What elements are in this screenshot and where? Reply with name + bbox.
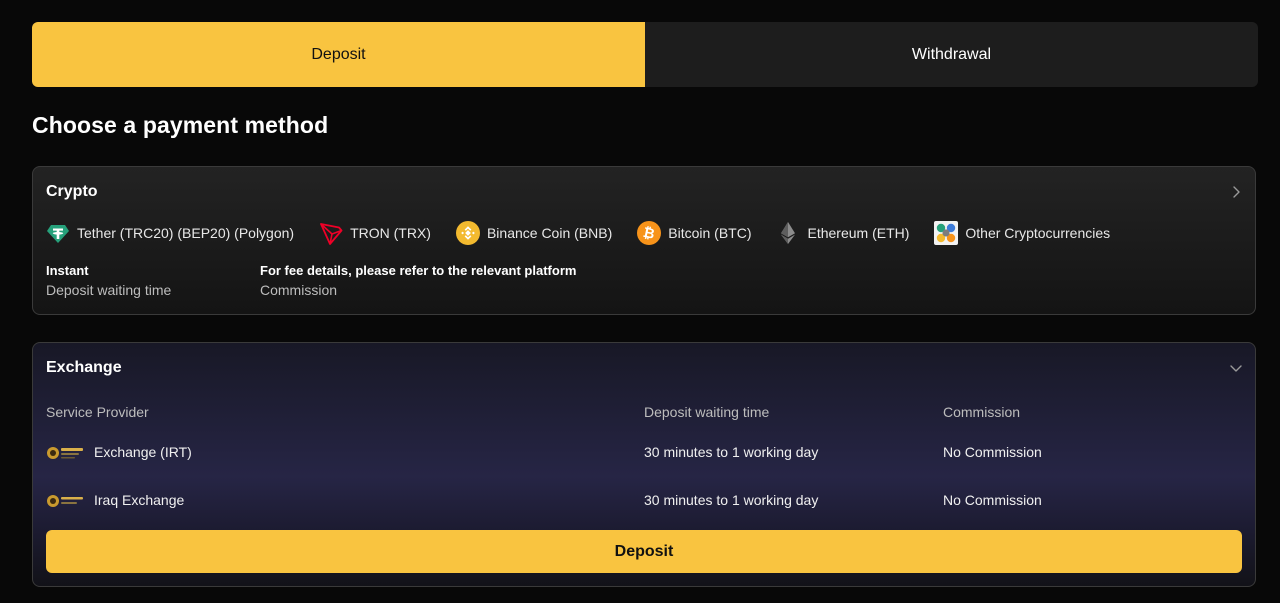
commission-value: For fee details, please refer to the rel… (260, 263, 577, 278)
provider-cell: Iraq Exchange (46, 485, 184, 515)
tab-withdrawal[interactable]: Withdrawal (645, 22, 1258, 87)
deposit-withdrawal-tabs: Deposit Withdrawal (32, 22, 1258, 87)
exchange-method-card: Exchange Service Provider Deposit waitin… (32, 342, 1256, 587)
coin-label: Other Cryptocurrencies (965, 225, 1111, 241)
waiting-time-value: Instant (46, 263, 89, 278)
waiting-time-cell: 30 minutes to 1 working day (644, 492, 819, 508)
tether-icon (46, 221, 70, 245)
coin-tether: Tether (TRC20) (BEP20) (Polygon) (46, 221, 294, 245)
deposit-button[interactable]: Deposit (46, 530, 1242, 573)
tron-icon (319, 221, 343, 245)
provider-cell: Exchange (IRT) (46, 437, 192, 467)
coin-label: Bitcoin (BTC) (668, 225, 752, 241)
coin-bnb: Binance Coin (BNB) (455, 221, 613, 245)
coin-label: Binance Coin (BNB) (486, 225, 613, 241)
exchange-logo-icon (46, 441, 86, 463)
commission-cell: No Commission (943, 492, 1042, 508)
table-row[interactable]: Exchange (IRT) 30 minutes to 1 working d… (46, 437, 1242, 467)
tab-deposit[interactable]: Deposit (32, 22, 645, 87)
coin-other: Other Cryptocurrencies (934, 221, 1110, 245)
crypto-method-card[interactable]: Crypto Tether (TRC20) (BEP20) (Polygon) … (32, 166, 1256, 315)
provider-name: Exchange (IRT) (94, 444, 192, 460)
coin-tron: TRON (TRX) (319, 221, 431, 245)
column-header-waiting-time: Deposit waiting time (644, 404, 770, 420)
commission-label: Commission (260, 282, 338, 298)
column-header-commission: Commission (943, 404, 1021, 420)
table-row[interactable]: Iraq Exchange 30 minutes to 1 working da… (46, 485, 1242, 515)
other-crypto-icon (934, 221, 959, 245)
coin-label: TRON (TRX) (350, 225, 431, 241)
provider-name: Iraq Exchange (94, 492, 185, 508)
crypto-waiting-info: Instant Deposit waiting time (46, 263, 171, 298)
coin-label: Ethereum (ETH) (807, 225, 910, 241)
page-title: Choose a payment method (32, 112, 329, 138)
coin-ethereum: Ethereum (ETH) (776, 221, 909, 245)
waiting-time-cell: 30 minutes to 1 working day (644, 444, 819, 460)
commission-cell: No Commission (943, 444, 1042, 460)
crypto-coin-list: Tether (TRC20) (BEP20) (Polygon) TRON (T… (46, 221, 1135, 245)
bitcoin-icon: ₿ (637, 221, 662, 245)
coin-bitcoin: ₿ Bitcoin (BTC) (637, 221, 751, 245)
crypto-card-title: Crypto (46, 183, 98, 200)
iraq-exchange-logo-icon (46, 489, 86, 511)
bnb-icon (455, 221, 480, 245)
ethereum-icon (776, 221, 800, 245)
exchange-card-title: Exchange (46, 359, 122, 376)
crypto-commission-info: For fee details, please refer to the rel… (260, 263, 576, 298)
chevron-down-icon[interactable] (1229, 361, 1243, 375)
coin-label: Tether (TRC20) (BEP20) (Polygon) (77, 225, 295, 241)
column-header-provider: Service Provider (46, 404, 149, 420)
waiting-time-label: Deposit waiting time (46, 282, 172, 298)
chevron-right-icon[interactable] (1229, 185, 1243, 199)
